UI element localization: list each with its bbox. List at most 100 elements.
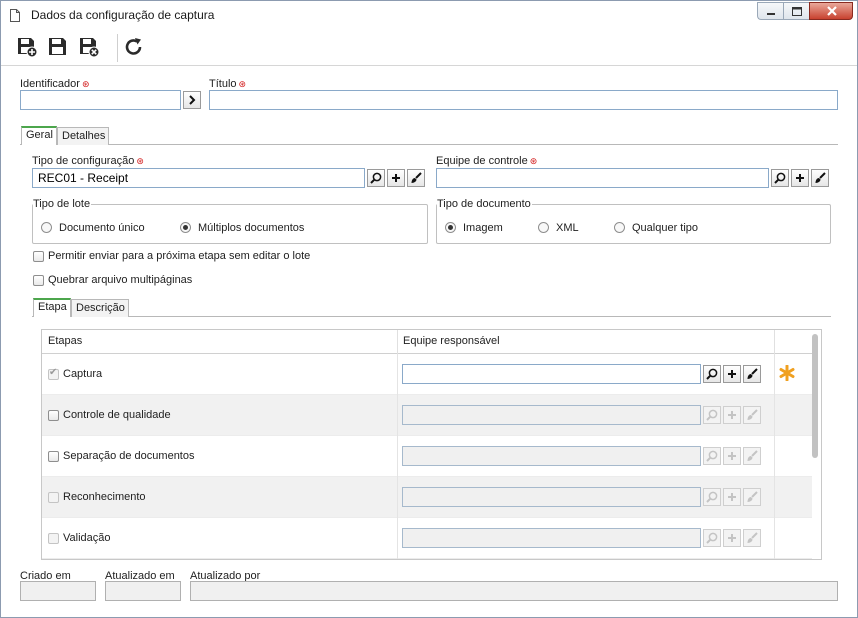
step-team-clear-button bbox=[743, 488, 761, 506]
refresh-button[interactable] bbox=[123, 36, 145, 58]
identifier-next-button[interactable] bbox=[183, 91, 201, 109]
split-multipage-checkbox[interactable] bbox=[33, 275, 44, 286]
config-type-field[interactable]: REC01 - Receipt bbox=[32, 168, 365, 188]
control-team-field[interactable] bbox=[436, 168, 769, 188]
tab-descricao[interactable]: Descrição bbox=[71, 299, 129, 317]
config-type-label: Tipo de configuração ⊛ bbox=[32, 155, 144, 167]
image-label: Imagem bbox=[463, 222, 503, 234]
step-team-add-button bbox=[723, 406, 741, 424]
step-checkbox-captura[interactable] bbox=[48, 367, 59, 380]
save-close-button[interactable] bbox=[78, 36, 100, 58]
search-icon bbox=[706, 532, 718, 544]
step-team-add-button bbox=[723, 529, 741, 547]
save-button[interactable] bbox=[47, 36, 69, 58]
xml-label: XML bbox=[556, 222, 579, 234]
allow-next-step-label: Permitir enviar para a próxima etapa sem… bbox=[48, 250, 311, 262]
radio-image[interactable] bbox=[445, 222, 456, 233]
plus-icon bbox=[392, 174, 400, 182]
column-etapas[interactable]: Etapas bbox=[48, 335, 82, 347]
brush-icon bbox=[747, 532, 758, 543]
plus-icon bbox=[728, 534, 736, 542]
column-equipe-responsavel[interactable]: Equipe responsável bbox=[403, 335, 500, 347]
step-team-clear-button bbox=[743, 406, 761, 424]
step-team-search-button bbox=[703, 488, 721, 506]
required-icon: ⊛ bbox=[529, 156, 538, 166]
config-type-add-button[interactable] bbox=[387, 169, 405, 187]
title-bar: Dados da configuração de captura bbox=[1, 1, 857, 29]
cell-divider bbox=[397, 518, 398, 559]
sub-tabs-line bbox=[32, 316, 831, 317]
cell-divider bbox=[397, 395, 398, 436]
refresh-icon bbox=[125, 38, 142, 55]
step-checkbox-controle-qualidade[interactable] bbox=[48, 410, 59, 421]
batch-type-legend: Tipo de lote bbox=[33, 198, 91, 210]
minimize-button[interactable] bbox=[757, 2, 783, 20]
step-team-add-button bbox=[723, 488, 741, 506]
cell-divider bbox=[397, 477, 398, 518]
updated-by-field bbox=[190, 581, 838, 601]
radio-multiple-documents[interactable] bbox=[180, 222, 191, 233]
step-team-search-button[interactable] bbox=[703, 365, 721, 383]
step-team-add-button[interactable] bbox=[723, 365, 741, 383]
table-scrollbar[interactable] bbox=[812, 334, 818, 458]
step-checkbox-reconhecimento bbox=[48, 492, 59, 503]
config-type-search-button[interactable] bbox=[367, 169, 385, 187]
step-team-field[interactable] bbox=[402, 364, 701, 384]
search-icon bbox=[706, 368, 718, 380]
required-icon: ⊛ bbox=[238, 79, 247, 89]
save-new-button[interactable] bbox=[16, 36, 38, 58]
radio-any-type[interactable] bbox=[614, 222, 625, 233]
minimize-icon bbox=[767, 13, 775, 15]
save-close-icon bbox=[80, 38, 100, 58]
control-team-search-button[interactable] bbox=[771, 169, 789, 187]
table-row: Captura bbox=[42, 354, 812, 395]
tab-detalhes[interactable]: Detalhes bbox=[57, 127, 109, 145]
tab-geral[interactable]: Geral bbox=[21, 126, 57, 145]
control-team-add-button[interactable] bbox=[791, 169, 809, 187]
search-icon bbox=[706, 450, 718, 462]
plus-icon bbox=[728, 411, 736, 419]
brush-icon bbox=[747, 409, 758, 420]
title-field[interactable] bbox=[209, 90, 838, 110]
cell-divider bbox=[774, 518, 775, 559]
single-document-label: Documento único bbox=[59, 222, 145, 234]
table-row: Controle de qualidade bbox=[42, 395, 812, 436]
maximize-button[interactable] bbox=[783, 2, 809, 20]
doc-type-legend: Tipo de documento bbox=[437, 198, 531, 210]
step-team-field bbox=[402, 487, 701, 507]
chevron-right-icon bbox=[189, 95, 196, 105]
cell-divider bbox=[774, 477, 775, 518]
step-label: Separação de documentos bbox=[63, 450, 195, 462]
close-window-button[interactable] bbox=[809, 2, 853, 20]
step-label: Validação bbox=[63, 532, 111, 544]
radio-single-document[interactable] bbox=[41, 222, 52, 233]
brush-icon bbox=[747, 368, 758, 379]
step-team-search-button bbox=[703, 447, 721, 465]
identifier-field[interactable] bbox=[20, 90, 181, 110]
step-team-add-button bbox=[723, 447, 741, 465]
main-tabs-line bbox=[20, 144, 838, 145]
required-icon: ⊛ bbox=[136, 156, 144, 166]
brush-icon bbox=[747, 491, 758, 502]
search-icon bbox=[774, 172, 786, 184]
cell-divider bbox=[774, 354, 775, 395]
radio-xml[interactable] bbox=[538, 222, 549, 233]
step-team-field bbox=[402, 405, 701, 425]
cell-divider bbox=[774, 436, 775, 477]
step-label: Controle de qualidade bbox=[63, 409, 171, 421]
column-divider bbox=[774, 330, 775, 354]
plus-icon bbox=[728, 452, 736, 460]
toolbar bbox=[1, 29, 857, 66]
search-icon bbox=[706, 491, 718, 503]
step-team-clear-button[interactable] bbox=[743, 365, 761, 383]
title-label: Título ⊛ bbox=[209, 78, 247, 90]
allow-next-step-checkbox[interactable] bbox=[33, 251, 44, 262]
brush-icon bbox=[815, 172, 826, 183]
column-divider bbox=[397, 330, 398, 354]
step-team-field bbox=[402, 446, 701, 466]
config-type-clear-button[interactable] bbox=[407, 169, 425, 187]
document-icon bbox=[10, 9, 20, 22]
step-checkbox-separacao-documentos[interactable] bbox=[48, 451, 59, 462]
control-team-clear-button[interactable] bbox=[811, 169, 829, 187]
tab-etapa[interactable]: Etapa bbox=[33, 298, 71, 317]
